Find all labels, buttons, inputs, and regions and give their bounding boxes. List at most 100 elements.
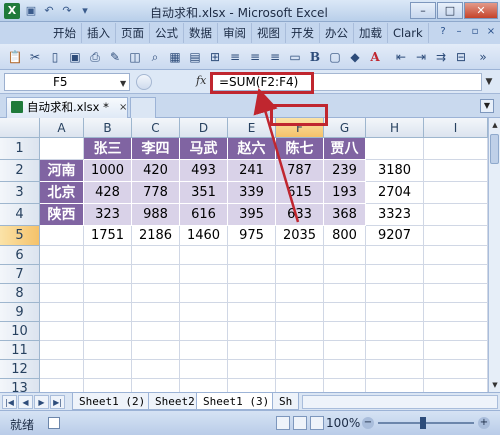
grid-cell[interactable] (424, 182, 488, 204)
grid-cell[interactable] (276, 265, 324, 284)
select-all-corner[interactable] (0, 118, 40, 138)
grid-cell[interactable] (84, 322, 132, 341)
grid-cell[interactable] (276, 341, 324, 360)
tab-review[interactable]: 审阅 (218, 23, 252, 43)
grid-cell[interactable] (424, 265, 488, 284)
grid-cell[interactable] (324, 246, 366, 265)
first-sheet-icon[interactable]: |◀ (2, 395, 17, 409)
grid-cell[interactable] (366, 360, 424, 379)
grid-cell[interactable] (366, 284, 424, 303)
row-label-cell[interactable]: 河南 (40, 160, 84, 182)
merge-icon[interactable]: ▭ (286, 48, 304, 66)
grid-cell[interactable] (132, 265, 180, 284)
row-total-cell[interactable]: 2704 (366, 182, 424, 204)
table-icon[interactable]: ▦ (166, 48, 184, 66)
sheet-tab-4[interactable]: Sh (272, 393, 300, 410)
header-cell[interactable]: 李四 (132, 138, 180, 160)
grid-cell[interactable] (424, 138, 488, 160)
insert-icon[interactable]: ⊞ (206, 48, 224, 66)
grid-cell[interactable] (180, 360, 228, 379)
data-cell[interactable]: 1000 (84, 160, 132, 182)
row-header-3[interactable]: 3 (0, 182, 40, 204)
spreadsheet-grid[interactable]: A B C D E F G H I 1 2 3 4 5 6 7 8 9 10 11 12 13 张三 李四 马武 赵六 陈七 贾八 河南… (0, 118, 488, 392)
data-cell[interactable]: 339 (228, 182, 276, 204)
row-header-7[interactable]: 7 (0, 265, 40, 284)
data-cell[interactable]: 395 (228, 204, 276, 226)
header-cell[interactable]: 马武 (180, 138, 228, 160)
grid-cell[interactable] (228, 265, 276, 284)
grid-cell[interactable] (276, 360, 324, 379)
close-button[interactable]: ✕ (464, 2, 498, 19)
grid-cell[interactable] (132, 284, 180, 303)
row-header-5[interactable]: 5 (0, 226, 40, 246)
grid-cell[interactable] (40, 246, 84, 265)
column-header-a[interactable]: A (40, 118, 84, 138)
row-header-10[interactable]: 10 (0, 322, 40, 341)
grid-cell[interactable] (276, 284, 324, 303)
customize-qat-icon[interactable]: ▾ (78, 4, 92, 18)
grid-cell[interactable] (324, 284, 366, 303)
grid-cell[interactable] (324, 265, 366, 284)
grid-cell[interactable] (84, 360, 132, 379)
grid-cell[interactable] (84, 265, 132, 284)
grid-cell[interactable] (40, 284, 84, 303)
grid-cell[interactable] (324, 322, 366, 341)
grid-cell[interactable] (40, 379, 84, 392)
grid-cell[interactable] (424, 360, 488, 379)
grid-cell[interactable] (366, 138, 424, 160)
vertical-scrollbar[interactable]: ▲ ▼ (488, 118, 500, 392)
cut-icon[interactable]: ✂ (26, 48, 44, 66)
data-cell[interactable]: 368 (324, 204, 366, 226)
data-cell[interactable]: 615 (276, 182, 324, 204)
grid-cell[interactable] (132, 379, 180, 392)
row-label-cell[interactable]: 北京 (40, 182, 84, 204)
data-cell[interactable]: 616 (180, 204, 228, 226)
zoom-out-icon[interactable]: − (362, 417, 374, 429)
align-center-icon[interactable]: ≡ (246, 48, 264, 66)
tab-view[interactable]: 视图 (252, 23, 286, 43)
grid-cell[interactable] (84, 379, 132, 392)
data-cell[interactable]: 778 (132, 182, 180, 204)
grid-cell[interactable] (228, 379, 276, 392)
data-cell[interactable]: 787 (276, 160, 324, 182)
expand-formula-icon[interactable]: ▼ (482, 75, 496, 89)
grid-cell[interactable] (424, 379, 488, 392)
tab-developer[interactable]: 开发 (286, 23, 320, 43)
vertical-scroll-thumb[interactable] (490, 134, 499, 164)
grid-cell[interactable] (180, 341, 228, 360)
tab-data[interactable]: 数据 (184, 23, 218, 43)
grid-cell[interactable] (40, 265, 84, 284)
excel-app-icon[interactable]: X (4, 3, 20, 19)
row-header-9[interactable]: 9 (0, 303, 40, 322)
data-cell[interactable]: 493 (180, 160, 228, 182)
normal-view-icon[interactable] (276, 416, 290, 430)
grid-cell[interactable] (276, 303, 324, 322)
data-cell[interactable]: 428 (84, 182, 132, 204)
grid-cell[interactable] (276, 246, 324, 265)
grid-cell[interactable] (84, 284, 132, 303)
indent-icon[interactable]: ⇉ (432, 48, 450, 66)
ribbon-close-icon[interactable]: × (484, 25, 498, 39)
row-header-2[interactable]: 2 (0, 160, 40, 182)
zoom-slider-thumb[interactable] (420, 417, 426, 429)
header-cell[interactable]: 张三 (84, 138, 132, 160)
grid-cell[interactable] (366, 379, 424, 392)
grid-cell[interactable] (180, 322, 228, 341)
grid-cell[interactable] (424, 303, 488, 322)
grid-cell[interactable] (324, 379, 366, 392)
data-cell[interactable]: 241 (228, 160, 276, 182)
row-header-12[interactable]: 12 (0, 360, 40, 379)
grid-cell[interactable] (180, 284, 228, 303)
fill-color-icon[interactable]: ◆ (346, 48, 364, 66)
grid-cell[interactable] (132, 246, 180, 265)
maximize-button[interactable]: □ (437, 2, 463, 19)
row-total-cell[interactable]: 3323 (366, 204, 424, 226)
header-cell[interactable]: 赵六 (228, 138, 276, 160)
tab-office[interactable]: 办公 (320, 23, 354, 43)
grid-cell[interactable] (228, 360, 276, 379)
grid-cell[interactable] (40, 322, 84, 341)
format-painter-icon[interactable]: ✎ (106, 48, 124, 66)
grid-cell[interactable] (84, 246, 132, 265)
grand-total-cell[interactable]: 9207 (366, 226, 424, 246)
data-cell[interactable]: 323 (84, 204, 132, 226)
